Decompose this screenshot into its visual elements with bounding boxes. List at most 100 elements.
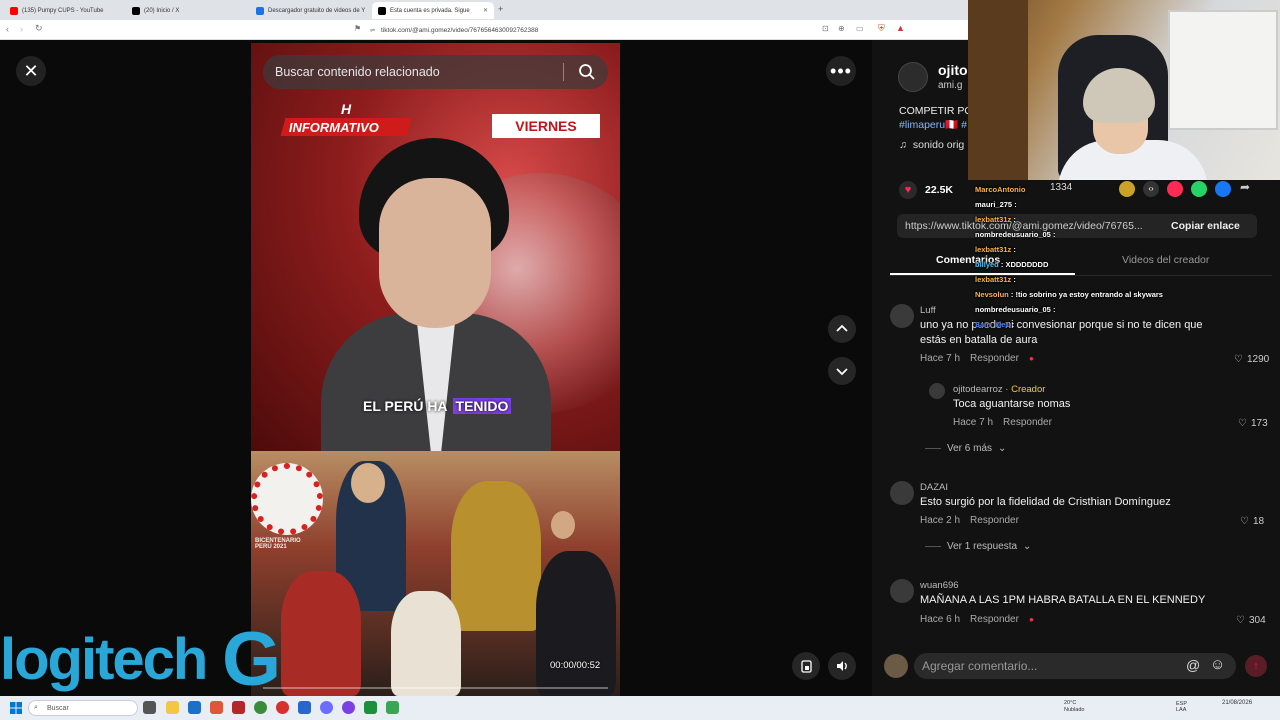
comment-username[interactable]: Luff [920,305,936,316]
brave-icon[interactable] [210,701,223,714]
app-icon[interactable] [320,701,333,714]
whatsapp-icon[interactable] [1191,181,1207,197]
browser-tab-downloader[interactable]: Descargador gratuito de videos de Y [250,2,370,19]
like-button[interactable]: ♥ 22.5K [899,181,953,199]
app-icon[interactable] [298,701,311,714]
app-icon[interactable] [254,701,267,714]
reply-button[interactable]: Responder [970,515,1019,526]
volume-button[interactable] [828,652,856,680]
file-explorer-icon[interactable] [166,701,179,714]
creator-avatar[interactable] [898,62,928,92]
brave-rewards-icon[interactable]: ▲ [896,23,905,33]
view-more-replies[interactable]: Ver 6 más ⌄ [925,443,1006,454]
previous-video-button[interactable] [828,315,856,343]
heart-icon: ♥ [899,181,917,199]
picture-in-picture-button[interactable] [792,652,820,680]
heart-outline-icon: ♡ [1240,516,1249,527]
reply-button[interactable]: Responder [970,353,1019,364]
share-arrow-icon[interactable]: ➦ [1240,180,1250,194]
browser-tab-tiktok[interactable]: Esta cuenta es privada. Sigue ✕ [372,2,494,19]
commenter-avatar[interactable] [890,304,914,328]
browser-tab-x[interactable]: (20) Inicio / X [126,2,246,19]
facebook-icon[interactable] [1215,181,1231,197]
reload-icon[interactable]: ↻ [35,23,43,34]
reply-button[interactable]: Responder [1003,417,1052,428]
emoji-icon[interactable]: ☺ [1210,656,1225,673]
next-video-button[interactable] [828,357,856,385]
lang-b: LAA [1176,707,1187,713]
clock[interactable]: 21/08/2026 [1222,700,1252,707]
related-search-input[interactable]: Buscar contenido relacionado [263,55,608,89]
chat-line: lexbatt31z : [975,212,1175,227]
comment-username[interactable]: wuan696 [920,580,959,591]
chat-text: : [1011,320,1015,329]
bookmark-icon[interactable]: ⚑ [354,24,361,33]
search-icon[interactable] [578,63,596,81]
task-view-icon[interactable] [143,701,156,714]
app-icon[interactable] [364,701,377,714]
chat-text: : [1014,200,1017,209]
video-progress-bar[interactable] [263,687,608,689]
music-info[interactable]: ♫ sonido orig [899,139,964,151]
comment-username[interactable]: ojitodearroz [953,384,1003,395]
site-info-icon[interactable]: ⇌ [370,27,375,34]
chat-line: billyed : XDDDDDDD [975,257,1175,272]
close-tab-icon[interactable]: ✕ [483,7,488,14]
chat-line: mauri_275 : [975,197,1175,212]
comment-like-button[interactable]: ♡ 173 [1238,418,1268,429]
creator-liked-icon: ● [1028,354,1034,363]
more-options-icon[interactable]: ••• [826,56,856,86]
comment-username[interactable]: DAZAI [920,482,948,493]
mention-icon[interactable]: @ [1186,657,1200,673]
video-hashtags[interactable]: #limaperu🇵🇪 # [899,118,967,131]
translate-icon[interactable]: ⊡ [822,24,829,33]
taskbar-search[interactable]: ⌕ Buscar [28,700,138,716]
app-icon[interactable] [276,701,289,714]
reply-button[interactable]: Responder [970,614,1019,625]
chat-text: : XDDDDDDD [1000,260,1049,269]
browser-tab-youtube[interactable]: (135) Pumpy CUPS - YouTube [4,2,124,19]
copy-link-button[interactable]: Copiar enlace [1171,220,1240,232]
commenter-avatar[interactable] [929,383,945,399]
commenter-avatar[interactable] [890,481,914,505]
music-title: sonido orig [912,139,965,151]
banner-top-text: H [341,101,352,117]
view-more-replies[interactable]: Ver 1 respuesta ⌄ [925,541,1031,552]
video-player[interactable]: H INFORMATIVO VIERNES EL PERÚ HA TENIDO … [251,43,620,696]
chat-user: lexbatt31z [975,275,1012,284]
comment-meta: Hace 6 h Responder ● [920,614,1034,625]
creator-name[interactable]: ojito [938,62,968,78]
comment-like-button[interactable]: ♡ 18 [1240,516,1264,527]
chat-line: Nevsolun : !tio sobrino ya estoy entrand… [975,287,1175,302]
heart-outline-icon: ♡ [1238,418,1247,429]
store-icon[interactable] [188,701,201,714]
app-icon[interactable] [232,701,245,714]
historical-face [351,463,385,503]
user-avatar [884,654,908,678]
video-subtitle: EL PERÚ HA TENIDO [363,396,512,416]
chat-line: nombredeusuario_05 : [975,227,1175,242]
tiktok-icon [378,6,386,15]
comment-placeholder: Agregar comentario... [922,659,1038,673]
url-field[interactable]: ⇌ tiktok.com/@ami.gomez/video/7676564630… [370,24,810,36]
taskbar-search-label: Buscar [47,704,69,712]
creator-handle[interactable]: ami.g [938,80,962,91]
comment-like-button[interactable]: ♡ 304 [1236,615,1266,626]
back-icon[interactable]: ‹ [6,24,9,34]
language-indicator[interactable]: ESP LAA [1176,701,1187,713]
forward-icon[interactable]: › [20,24,23,34]
close-icon[interactable]: ✕ [16,56,46,86]
comment-like-button[interactable]: ♡ 1290 [1234,354,1269,365]
app-icon[interactable] [342,701,355,714]
zoom-icon[interactable]: ⊕ [838,24,845,33]
cast-icon[interactable]: ▭ [856,24,864,33]
windows-start-icon[interactable] [10,702,22,714]
comment-meta: Hace 2 h Responder [920,515,1019,526]
app-icon[interactable] [386,701,399,714]
weather-widget[interactable]: 20°C Nublado [1064,700,1085,714]
new-tab-icon[interactable]: + [498,4,503,14]
send-comment-button[interactable]: ↑ [1245,655,1267,677]
brave-shield-icon[interactable]: ⛨ [878,23,885,34]
chat-user: billyed [975,260,999,269]
commenter-avatar[interactable] [890,579,914,603]
